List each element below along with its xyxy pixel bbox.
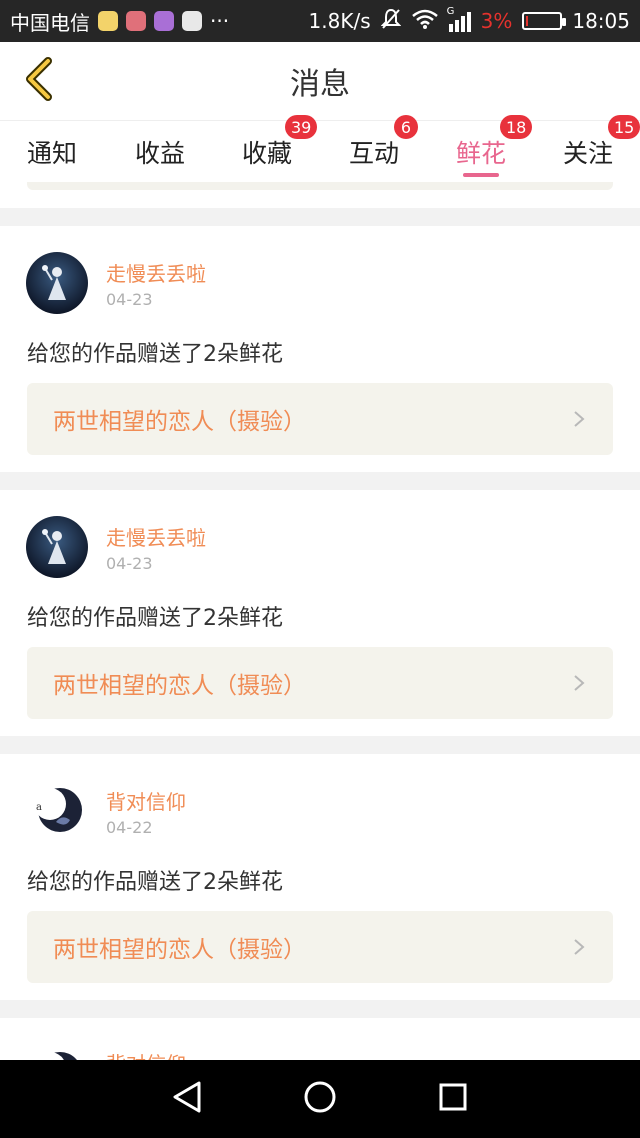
chevron-right-icon bbox=[569, 409, 589, 429]
status-bar: 中国电信 ··· 1.8K/s G 3% 18:05 bbox=[0, 0, 640, 42]
wifi-icon bbox=[411, 8, 439, 35]
tab-notifications[interactable]: 通知 bbox=[18, 121, 86, 183]
app-header: 消息 bbox=[0, 42, 640, 120]
previous-card-fragment bbox=[0, 182, 640, 208]
page-title: 消息 bbox=[290, 67, 350, 102]
more-notifications-icon: ··· bbox=[210, 9, 230, 33]
tab-label: 互动 bbox=[348, 139, 399, 168]
nav-recents-button[interactable] bbox=[423, 1069, 483, 1129]
chevron-right-icon bbox=[569, 673, 589, 693]
back-button[interactable] bbox=[12, 54, 66, 108]
gallery-icon bbox=[154, 11, 174, 31]
sender-username[interactable]: 背对信仰 bbox=[106, 1048, 186, 1060]
tab-interactions[interactable]: 互动 6 bbox=[340, 115, 418, 183]
tab-label: 鲜花 bbox=[455, 139, 506, 168]
message-text: 给您的作品赠送了2朵鲜花 bbox=[27, 870, 283, 895]
work-title: 两世相望的恋人（摄验） bbox=[53, 937, 306, 963]
tab-bar: 通知 收益 收藏 39 互动 6 鲜花 18 关注 15 bbox=[0, 115, 640, 183]
message-date: 04-23 bbox=[106, 554, 153, 573]
message-list[interactable]: 走慢丢丢啦 04-23 给您的作品赠送了2朵鲜花 两世相望的恋人（摄验） 走慢丢… bbox=[0, 182, 640, 1060]
svg-text:a: a bbox=[36, 802, 42, 813]
wechat-icon bbox=[98, 11, 118, 31]
nav-home-button[interactable] bbox=[290, 1069, 350, 1129]
avatar[interactable] bbox=[26, 1044, 88, 1060]
following-count-badge: 15 bbox=[608, 115, 640, 139]
work-link[interactable]: 两世相望的恋人（摄验） bbox=[27, 383, 613, 455]
work-link[interactable]: 两世相望的恋人（摄验） bbox=[27, 647, 613, 719]
network-speed: 1.8K/s bbox=[308, 9, 371, 33]
work-title: 两世相望的恋人（摄验） bbox=[53, 673, 306, 699]
active-tab-indicator bbox=[463, 173, 499, 177]
avatar[interactable] bbox=[26, 516, 88, 578]
app-notification-icon bbox=[126, 11, 146, 31]
sender-username[interactable]: 走慢丢丢啦 bbox=[106, 522, 206, 551]
carrier-name: 中国电信 bbox=[10, 10, 90, 35]
clock: 18:05 bbox=[572, 9, 630, 33]
tab-flowers[interactable]: 鲜花 18 bbox=[447, 115, 533, 183]
signal-icon: G bbox=[447, 6, 471, 32]
battery-icon bbox=[522, 12, 567, 30]
chevron-left-icon bbox=[22, 55, 56, 107]
interactions-count-badge: 6 bbox=[394, 115, 418, 139]
tab-label: 通知 bbox=[26, 139, 77, 168]
avatar[interactable] bbox=[26, 252, 88, 314]
square-recents-icon bbox=[438, 1082, 468, 1116]
sender-username[interactable]: 背对信仰 bbox=[106, 786, 186, 815]
system-nav-bar bbox=[0, 1060, 640, 1138]
flowers-count-badge: 18 bbox=[500, 115, 533, 139]
tab-following[interactable]: 关注 15 bbox=[554, 115, 640, 183]
flower-message-card: a 背对信仰 04-22 给您的作品赠送了2朵鲜花 两世相望的恋人（摄验） bbox=[0, 754, 640, 1000]
message-text: 给您的作品赠送了2朵鲜花 bbox=[27, 606, 283, 631]
work-link[interactable]: 两世相望的恋人（摄验） bbox=[27, 911, 613, 983]
sender-username[interactable]: 走慢丢丢啦 bbox=[106, 258, 206, 287]
network-type: G bbox=[446, 6, 455, 17]
battery-percent: 3% bbox=[480, 9, 513, 33]
flower-message-card: 走慢丢丢啦 04-23 给您的作品赠送了2朵鲜花 两世相望的恋人（摄验） bbox=[0, 226, 640, 472]
tab-favorites[interactable]: 收藏 39 bbox=[233, 115, 318, 183]
chevron-right-icon bbox=[569, 937, 589, 957]
video-app-icon bbox=[182, 11, 202, 31]
tab-label: 收藏 bbox=[241, 139, 292, 168]
tab-label: 关注 bbox=[562, 139, 613, 168]
message-date: 04-22 bbox=[106, 818, 153, 837]
triangle-back-icon bbox=[171, 1080, 203, 1118]
avatar[interactable]: a bbox=[26, 780, 88, 842]
flower-message-card-partial: 背对信仰 bbox=[0, 1018, 640, 1060]
mute-icon bbox=[380, 8, 402, 35]
work-title: 两世相望的恋人（摄验） bbox=[53, 409, 306, 435]
message-date: 04-23 bbox=[106, 290, 153, 309]
message-text: 给您的作品赠送了2朵鲜花 bbox=[27, 342, 283, 367]
tab-label: 收益 bbox=[134, 139, 185, 168]
circle-home-icon bbox=[303, 1080, 337, 1118]
favorites-count-badge: 39 bbox=[285, 115, 318, 139]
tab-earnings[interactable]: 收益 bbox=[126, 121, 194, 183]
flower-message-card: 走慢丢丢啦 04-23 给您的作品赠送了2朵鲜花 两世相望的恋人（摄验） bbox=[0, 490, 640, 736]
nav-back-button[interactable] bbox=[157, 1069, 217, 1129]
